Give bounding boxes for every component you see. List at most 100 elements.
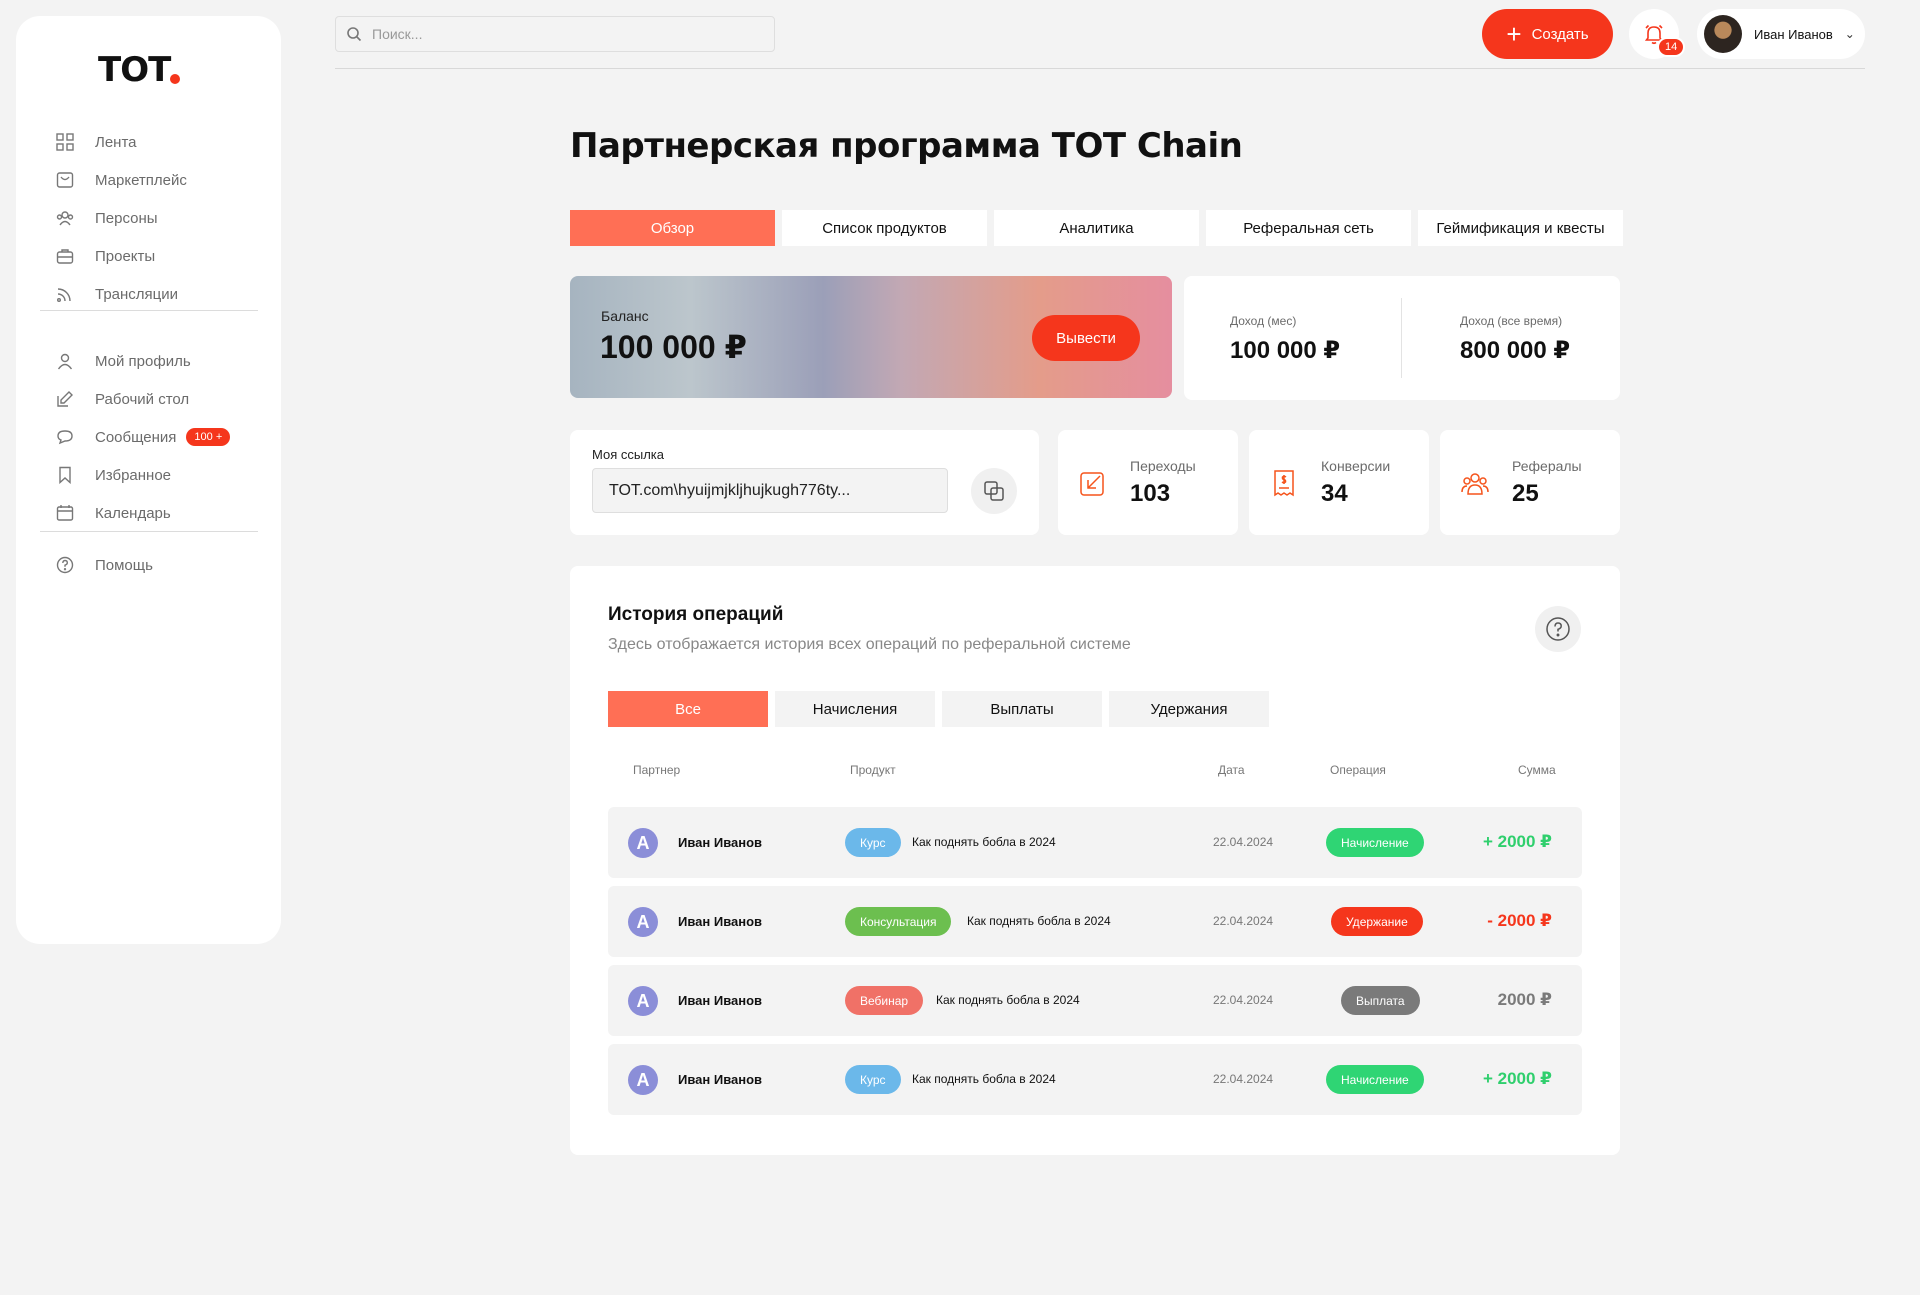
- tab-overview[interactable]: Обзор: [570, 210, 775, 246]
- tab-referral-network[interactable]: Реферальная сеть: [1206, 210, 1411, 246]
- create-button[interactable]: + Создать: [1482, 9, 1613, 59]
- product-name: Как поднять бобла в 2024: [936, 993, 1080, 1007]
- column-header-amount: Сумма: [1518, 763, 1556, 777]
- sidebar-item-label: Проекты: [95, 247, 156, 265]
- logo-dot: [170, 74, 181, 84]
- partner-name: Иван Иванов: [678, 835, 763, 850]
- nav-help: Помощь: [16, 546, 281, 584]
- filter-payouts[interactable]: Выплаты: [942, 691, 1102, 727]
- user-menu[interactable]: Иван Иванов ⌄: [1697, 9, 1865, 59]
- operation-amount: 2000 ₽: [1497, 990, 1552, 1009]
- income-all: Доход (все время) 800 000 ₽: [1460, 314, 1570, 365]
- help-icon: [56, 556, 74, 574]
- nav-main: Лента Маркетплейс Персоны Проекты Трансл…: [16, 123, 281, 313]
- sidebar-divider: [40, 531, 258, 532]
- sidebar-item-feed[interactable]: Лента: [16, 123, 281, 161]
- referral-link-label: Моя ссылка: [592, 447, 664, 462]
- balance-card: Баланс 100 000 ₽ Вывести: [570, 276, 1172, 398]
- shopping-bag-icon: [56, 171, 74, 189]
- partner-name: Иван Иванов: [678, 1072, 763, 1087]
- avatar: [1704, 15, 1742, 53]
- product-name: Как поднять бобла в 2024: [912, 835, 1056, 849]
- create-label: Создать: [1531, 25, 1589, 43]
- stat-referrals: Рефералы 25: [1440, 430, 1620, 535]
- operation-badge: Начисление: [1326, 828, 1424, 857]
- table-row[interactable]: A Иван Иванов Консультация Как поднять б…: [608, 886, 1582, 957]
- history-filters: Все Начисления Выплаты Удержания: [608, 691, 1276, 727]
- sidebar-item-messages[interactable]: Сообщения 100 +: [16, 418, 281, 456]
- sidebar-item-broadcasts[interactable]: Трансляции: [16, 275, 281, 313]
- sidebar-item-label: Избранное: [95, 466, 172, 484]
- arrow-in-icon: [1078, 468, 1108, 498]
- table-row[interactable]: A Иван Иванов Вебинар Как поднять бобла …: [608, 965, 1582, 1036]
- tab-products[interactable]: Список продуктов: [782, 210, 987, 246]
- stat-value: 103: [1130, 480, 1171, 507]
- operation-badge: Выплата: [1341, 986, 1420, 1015]
- edit-icon: [56, 390, 74, 408]
- stat-value: 25: [1512, 480, 1539, 507]
- income-all-value: 800 000 ₽: [1460, 337, 1571, 364]
- referral-link-field[interactable]: TOT.com\hyuijmjkljhujkugh776ty...: [592, 468, 948, 513]
- income-month: Доход (мес) 100 000 ₽: [1230, 314, 1340, 365]
- income-all-label: Доход (все время): [1460, 314, 1563, 328]
- search-icon: [347, 27, 362, 42]
- sidebar-item-label: Трансляции: [95, 285, 179, 303]
- operation-date: 22.04.2024: [1213, 914, 1274, 928]
- operation-amount: + 2000 ₽: [1482, 1069, 1552, 1088]
- users-icon: [56, 209, 74, 227]
- sidebar-item-help[interactable]: Помощь: [16, 546, 281, 584]
- stat-value: 34: [1321, 480, 1348, 507]
- history-help-button[interactable]: [1535, 606, 1581, 652]
- logo[interactable]: TOT: [98, 50, 181, 90]
- sidebar-item-label: Маркетплейс: [95, 171, 187, 189]
- partner-avatar: A: [628, 828, 658, 858]
- search-bar[interactable]: [335, 16, 775, 52]
- stat-label: Конверсии: [1321, 458, 1391, 474]
- income-month-value: 100 000 ₽: [1230, 337, 1341, 364]
- notifications-button[interactable]: 14: [1629, 9, 1686, 59]
- copy-button[interactable]: [971, 468, 1017, 514]
- bookmark-icon: [56, 466, 74, 484]
- column-header-product: Продукт: [850, 763, 896, 777]
- sidebar-item-persons[interactable]: Персоны: [16, 199, 281, 237]
- stat-clicks: Переходы 103: [1058, 430, 1238, 535]
- partner-avatar: A: [628, 907, 658, 937]
- filter-holds[interactable]: Удержания: [1109, 691, 1269, 727]
- sidebar-item-desktop[interactable]: Рабочий стол: [16, 380, 281, 418]
- receipt-icon: [1269, 468, 1299, 498]
- table-row[interactable]: A Иван Иванов Курс Как поднять бобла в 2…: [608, 807, 1582, 878]
- sidebar-item-label: Лента: [95, 133, 137, 151]
- sidebar-item-favorites[interactable]: Избранное: [16, 456, 281, 494]
- broadcast-icon: [56, 285, 74, 303]
- stat-conversions: Конверсии 34: [1249, 430, 1429, 535]
- table-row[interactable]: A Иван Иванов Курс Как поднять бобла в 2…: [608, 1044, 1582, 1115]
- history-title: История операций: [608, 604, 784, 625]
- tab-analytics[interactable]: Аналитика: [994, 210, 1199, 246]
- nav-personal: Мой профиль Рабочий стол Сообщения 100 +…: [16, 342, 281, 532]
- search-input[interactable]: [372, 26, 752, 42]
- history-card: История операций Здесь отображается исто…: [570, 566, 1620, 1155]
- filter-all[interactable]: Все: [608, 691, 768, 727]
- operation-badge: Удержание: [1331, 907, 1423, 936]
- calendar-icon: [56, 504, 74, 522]
- tab-gamification[interactable]: Геймификация и квесты: [1418, 210, 1623, 246]
- chevron-down-icon: ⌄: [1844, 27, 1855, 41]
- page-title: Партнерская программа TOT Chain: [570, 126, 1243, 166]
- plus-icon: +: [1506, 19, 1522, 49]
- column-header-date: Дата: [1218, 763, 1245, 777]
- logo-text: TOT: [98, 50, 171, 90]
- sidebar-item-label: Помощь: [95, 556, 153, 574]
- partner-name: Иван Иванов: [678, 993, 763, 1008]
- filter-accruals[interactable]: Начисления: [775, 691, 935, 727]
- sidebar-item-calendar[interactable]: Календарь: [16, 494, 281, 532]
- operation-date: 22.04.2024: [1213, 1072, 1274, 1086]
- balance-value: 100 000 ₽: [600, 329, 747, 365]
- sidebar-item-label: Мой профиль: [95, 352, 191, 370]
- withdraw-button[interactable]: Вывести: [1032, 315, 1140, 361]
- user-icon: [56, 352, 74, 370]
- sidebar-item-marketplace[interactable]: Маркетплейс: [16, 161, 281, 199]
- header-divider: [335, 68, 1865, 69]
- sidebar-item-projects[interactable]: Проекты: [16, 237, 281, 275]
- sidebar-item-profile[interactable]: Мой профиль: [16, 342, 281, 380]
- partner-avatar: A: [628, 986, 658, 1016]
